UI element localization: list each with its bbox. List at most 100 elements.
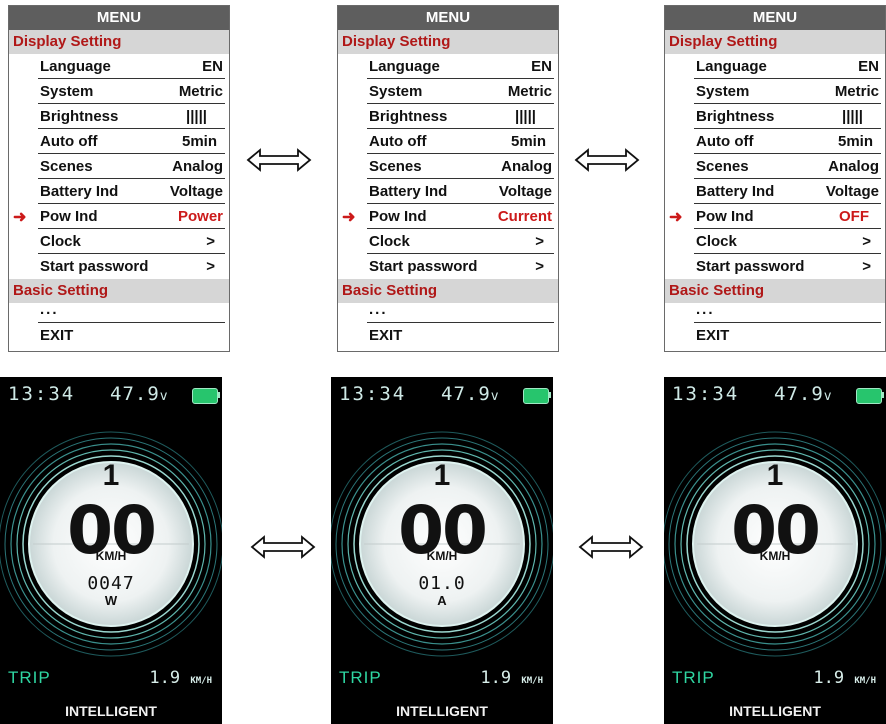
trip-label: TRIP	[8, 668, 51, 687]
brightness-level: |||||	[515, 108, 536, 125]
menu-item-scenes[interactable]: Scenes Analog	[338, 154, 558, 179]
right-arrow-icon: ➜	[13, 209, 27, 226]
menu-item-clock[interactable]: Clock >	[665, 229, 885, 254]
section-display-setting[interactable]: Display Setting	[665, 30, 885, 54]
section-display-setting[interactable]: Display Setting	[9, 30, 229, 54]
menu-more[interactable]: ...	[338, 301, 558, 323]
menu-item-pow-ind[interactable]: ➜ Pow Ind OFF	[665, 204, 885, 229]
menu-item-language[interactable]: Language EN	[338, 54, 558, 79]
menu-item-start-password[interactable]: Start password >	[9, 254, 229, 279]
ellipsis-text: ...	[40, 301, 59, 318]
menu-more[interactable]: ...	[9, 301, 229, 323]
section-display-setting[interactable]: Display Setting	[338, 30, 558, 54]
battery-icon	[856, 388, 882, 404]
assist-mode: INTELLIGENT	[396, 703, 488, 719]
assist-level: 1	[766, 459, 784, 492]
chevron-right-icon: >	[206, 258, 215, 275]
menu-item-value: Analog	[501, 158, 552, 175]
assist-mode: INTELLIGENT	[729, 703, 821, 719]
menu-item-label: Start password	[696, 258, 805, 275]
section-basic-setting[interactable]: Basic Setting	[9, 279, 229, 303]
battery-voltage: 47.9v	[774, 383, 833, 405]
pow-ind-value: OFF	[839, 208, 869, 225]
menu-item-label: System	[696, 83, 750, 100]
current-value: 01.0	[418, 573, 466, 594]
menu-item-battery-ind[interactable]: Battery Ind Voltage	[665, 179, 885, 204]
menu-item-auto-off[interactable]: Auto off 5min	[9, 129, 229, 154]
menu-item-label: Language	[40, 58, 111, 75]
menu-item-label: Start password	[369, 258, 478, 275]
menu-more[interactable]: ...	[665, 301, 885, 323]
chevron-right-icon: >	[535, 233, 544, 250]
speed-unit: KM/H	[95, 549, 127, 563]
pow-ind-value: Power	[177, 208, 223, 225]
power-unit: W	[104, 593, 118, 608]
menu-item-battery-ind[interactable]: Battery Ind Voltage	[9, 179, 229, 204]
menu-item-system[interactable]: System Metric	[665, 79, 885, 104]
exit-button[interactable]: EXIT	[665, 323, 885, 347]
trip-value: 1.9 KM/H	[480, 668, 543, 688]
battery-voltage: 47.9v	[110, 383, 169, 405]
menu-title: MENU	[338, 6, 558, 30]
menu-item-value: Analog	[172, 158, 223, 175]
battery-icon	[523, 388, 549, 404]
menu-item-label: Battery Ind	[369, 183, 448, 200]
speed-unit: KM/H	[426, 549, 458, 563]
menu-title: MENU	[9, 6, 229, 30]
menu-item-start-password[interactable]: Start password >	[665, 254, 885, 279]
right-arrow-icon: ➜	[342, 209, 356, 226]
menu-panel-current: MENU Display Setting Language EN System Me…	[337, 5, 559, 352]
menu-item-brightness[interactable]: Brightness |||||	[665, 104, 885, 129]
menu-item-clock[interactable]: Clock >	[9, 229, 229, 254]
menu-item-value: Voltage	[825, 183, 879, 200]
section-basic-setting[interactable]: Basic Setting	[338, 279, 558, 303]
exit-button[interactable]: EXIT	[338, 323, 558, 347]
menu-item-label: Auto off	[696, 133, 754, 150]
chevron-right-icon: >	[535, 258, 544, 275]
exit-button[interactable]: EXIT	[9, 323, 229, 347]
menu-item-label: Scenes	[696, 158, 749, 175]
menu-item-pow-ind[interactable]: ➜ Pow Ind Power	[9, 204, 229, 229]
menu-item-scenes[interactable]: Scenes Analog	[665, 154, 885, 179]
menu-item-value: EN	[531, 58, 552, 75]
menu-item-auto-off[interactable]: Auto off 5min	[665, 129, 885, 154]
menu-item-system[interactable]: System Metric	[338, 79, 558, 104]
clock-time: 13:34	[339, 383, 407, 405]
menu-item-battery-ind[interactable]: Battery Ind Voltage	[338, 179, 558, 204]
menu-item-language[interactable]: Language EN	[665, 54, 885, 79]
menu-item-label: Scenes	[40, 158, 93, 175]
menu-item-brightness[interactable]: Brightness |||||	[9, 104, 229, 129]
menu-item-label: System	[369, 83, 423, 100]
display-screen-off: 13:34 47.9v 1 00 KM/H TRIP 1.9 KM/H INTE…	[664, 377, 886, 724]
menu-item-clock[interactable]: Clock >	[338, 229, 558, 254]
menu-item-label: Pow Ind	[369, 208, 427, 225]
menu-item-label: Clock	[696, 233, 737, 250]
menu-item-label: Pow Ind	[696, 208, 754, 225]
menu-item-auto-off[interactable]: Auto off 5min	[338, 129, 558, 154]
menu-item-start-password[interactable]: Start password >	[338, 254, 558, 279]
menu-item-label: Battery Ind	[40, 183, 119, 200]
brightness-level: |||||	[842, 108, 863, 125]
menu-item-scenes[interactable]: Scenes Analog	[9, 154, 229, 179]
menu-item-value: 5min	[837, 133, 873, 150]
menu-item-value: EN	[858, 58, 879, 75]
clock-time: 13:34	[8, 383, 76, 405]
trip-label: TRIP	[672, 668, 715, 687]
chevron-right-icon: >	[206, 233, 215, 250]
menu-item-label: Pow Ind	[40, 208, 98, 225]
menu-item-pow-ind[interactable]: ➜ Pow Ind Current	[338, 204, 558, 229]
ellipsis-text: ...	[696, 301, 715, 318]
section-basic-setting[interactable]: Basic Setting	[665, 279, 885, 303]
menu-item-label: System	[40, 83, 94, 100]
display-screen-power: 13:34 47.9v 1 00 KM/H 0047 W TRIP 1.9 KM…	[0, 377, 222, 724]
menu-item-label: Language	[696, 58, 767, 75]
menu-item-system[interactable]: System Metric	[9, 79, 229, 104]
assist-level: 1	[433, 459, 451, 492]
menu-item-label: Scenes	[369, 158, 422, 175]
menu-item-value: 5min	[510, 133, 546, 150]
double-arrow-icon	[250, 535, 316, 559]
exit-label: EXIT	[696, 327, 730, 344]
battery-voltage: 47.9v	[441, 383, 500, 405]
menu-item-language[interactable]: Language EN	[9, 54, 229, 79]
menu-item-brightness[interactable]: Brightness |||||	[338, 104, 558, 129]
